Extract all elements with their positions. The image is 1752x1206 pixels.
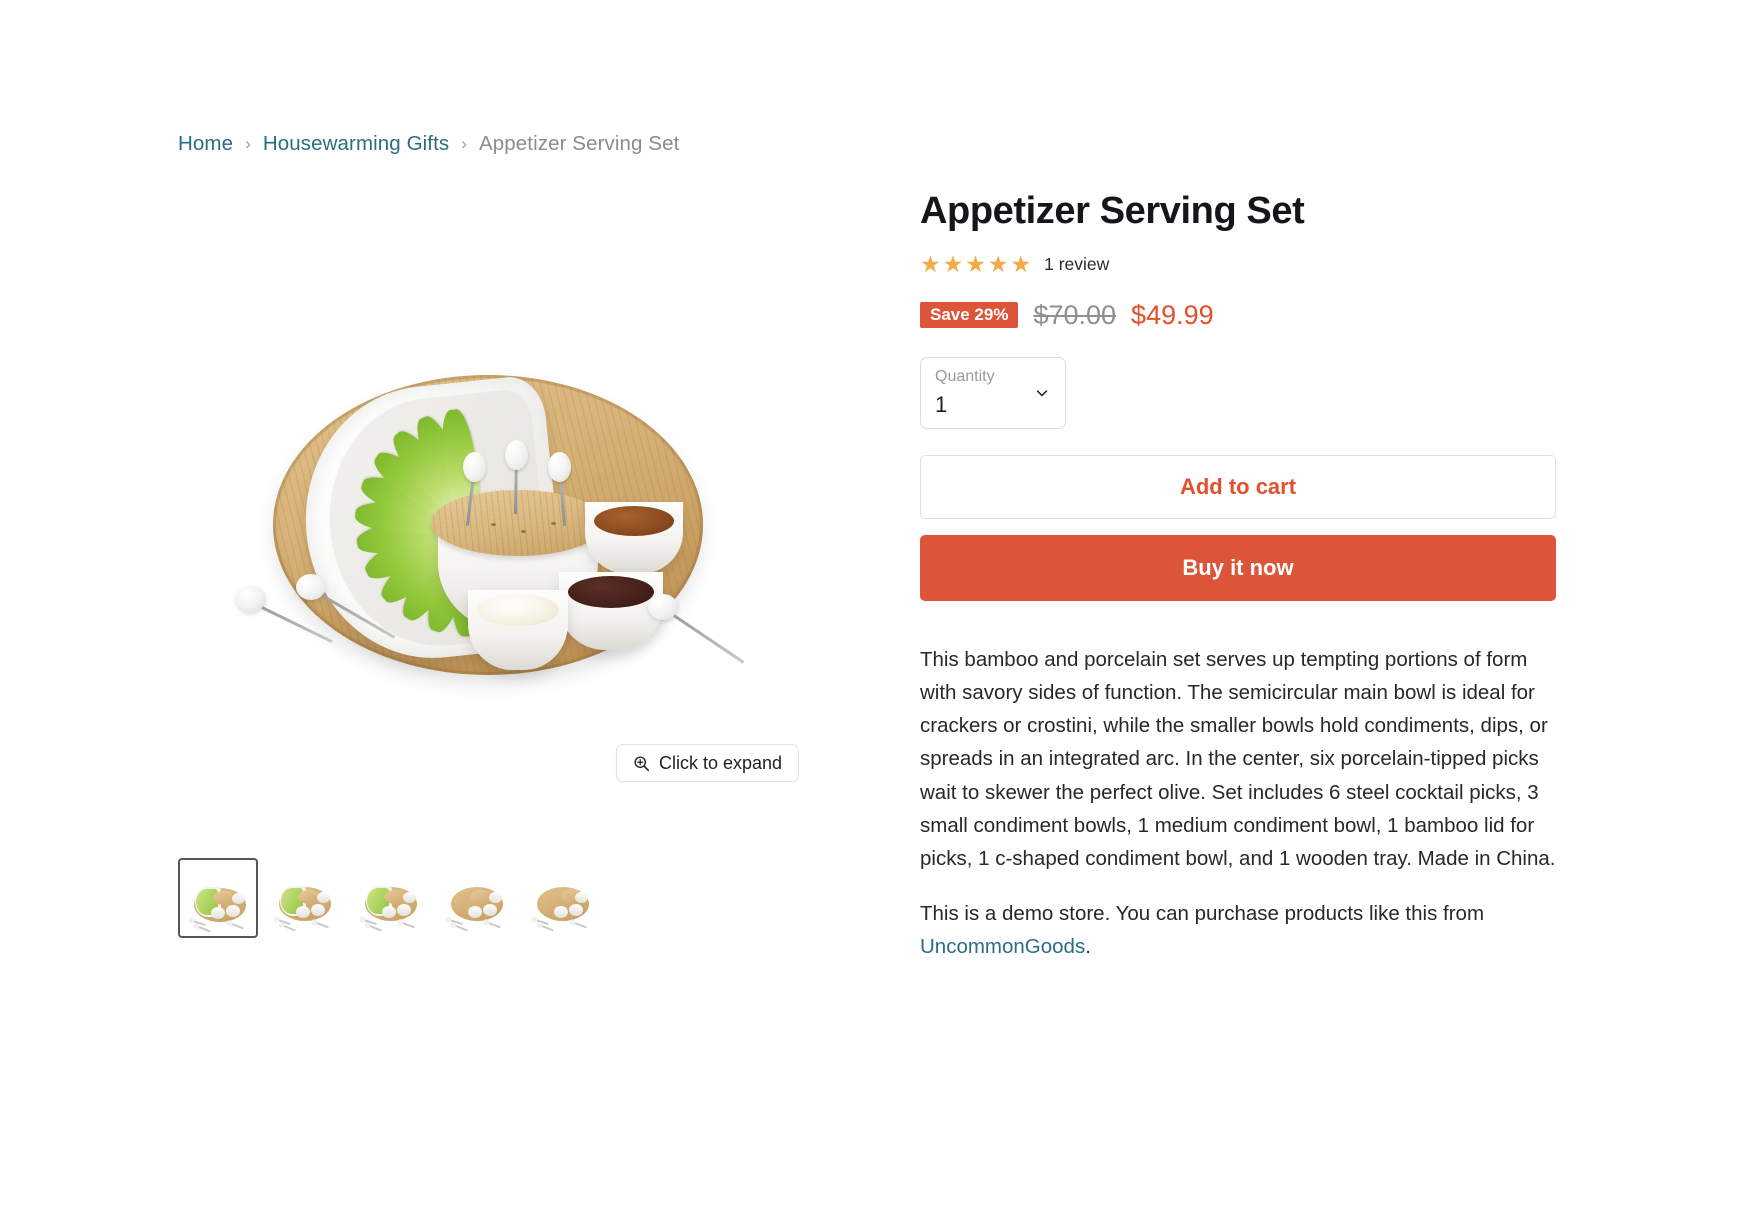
bamboo-lid	[431, 490, 605, 556]
description-paragraph: This bamboo and porcelain set serves up …	[920, 647, 1556, 870]
uncommongoods-link[interactable]: UncommonGoods	[920, 935, 1085, 958]
quantity-select[interactable]: Quantity 1	[920, 356, 1066, 429]
pick-head	[505, 440, 528, 470]
main-product-image[interactable]: Click to expand	[178, 190, 850, 830]
pick-head	[548, 452, 571, 482]
breadcrumb-item-home[interactable]: Home	[178, 132, 233, 156]
quantity-value: 1	[935, 391, 948, 417]
thumbnail-3[interactable]	[350, 858, 430, 938]
pick-shaft	[673, 614, 745, 664]
thumbnail-image	[265, 859, 343, 937]
save-badge: Save 29%	[920, 302, 1019, 329]
lid-hole	[551, 522, 556, 525]
quantity-label: Quantity	[935, 367, 995, 385]
cream-dip	[477, 594, 559, 626]
buy-it-now-button[interactable]: Buy it now	[920, 534, 1556, 601]
lid-hole	[521, 530, 526, 533]
demo-store-prefix: This is a demo store. You can purchase p…	[920, 902, 1485, 926]
breadcrumb: Home › Housewarming Gifts › Appetizer Se…	[178, 132, 679, 156]
thumbnail-image	[351, 859, 429, 937]
chevron-down-icon	[1035, 386, 1049, 400]
thumbnail-4[interactable]	[436, 858, 516, 938]
thumbnail-strip	[178, 858, 602, 938]
star-filled-icon: ★	[987, 250, 1010, 277]
breadcrumb-item-housewarming-gifts[interactable]: Housewarming Gifts	[263, 132, 449, 156]
add-to-cart-button[interactable]: Add to cart	[920, 454, 1556, 519]
thumbnail-5[interactable]	[522, 858, 602, 938]
star-filled-icon: ★	[965, 250, 987, 277]
breadcrumb-item-current: Appetizer Serving Set	[479, 132, 680, 155]
click-to-expand-button[interactable]: Click to expand	[616, 744, 800, 782]
condiment-bowl-cream	[468, 590, 568, 670]
click-to-expand-label: Click to expand	[659, 752, 783, 773]
demo-store-note: This is a demo store. You can purchase p…	[920, 897, 1556, 963]
product-illustration	[178, 190, 850, 830]
thumbnail-image	[180, 860, 256, 936]
compare-at-price: $70.00	[1033, 299, 1117, 330]
star-filled-icon: ★	[1010, 250, 1033, 277]
demo-store-suffix: .	[1085, 935, 1091, 959]
product-description: This bamboo and porcelain set serves up …	[920, 643, 1556, 964]
star-rating-icon: ★ ★ ★ ★ ★	[920, 250, 1033, 277]
chocolate-dip	[568, 576, 654, 608]
product-gallery: Click to expand	[178, 190, 850, 938]
pick-head	[463, 452, 486, 482]
lid-hole	[491, 523, 496, 526]
condiment-bowl-chocolate	[559, 572, 663, 650]
magnifier-plus-icon	[633, 755, 650, 772]
condiment-bowl-caramel	[585, 502, 683, 574]
thumbnail-2[interactable]	[264, 858, 344, 938]
thumbnail-image	[437, 859, 515, 937]
review-count-label[interactable]: 1 review	[1044, 254, 1109, 275]
thumbnail-1[interactable]	[178, 858, 258, 938]
breadcrumb-separator-icon: ›	[245, 134, 251, 153]
current-price: $49.99	[1131, 299, 1214, 330]
rating-row[interactable]: ★ ★ ★ ★ ★ 1 review	[920, 250, 1556, 277]
star-filled-icon: ★	[920, 250, 942, 277]
breadcrumb-separator-icon: ›	[461, 134, 467, 153]
page-title: Appetizer Serving Set	[920, 190, 1305, 232]
price-row: Save 29% $70.00 $49.99	[920, 300, 1556, 331]
thumbnail-image	[523, 859, 601, 937]
caramel-dip	[594, 506, 674, 536]
star-filled-icon: ★	[942, 250, 965, 277]
product-page: Home › Housewarming Gifts › Appetizer Se…	[0, 0, 1752, 1206]
product-info: Appetizer Serving Set ★ ★ ★ ★ ★ 1 review Sav…	[920, 190, 1556, 964]
